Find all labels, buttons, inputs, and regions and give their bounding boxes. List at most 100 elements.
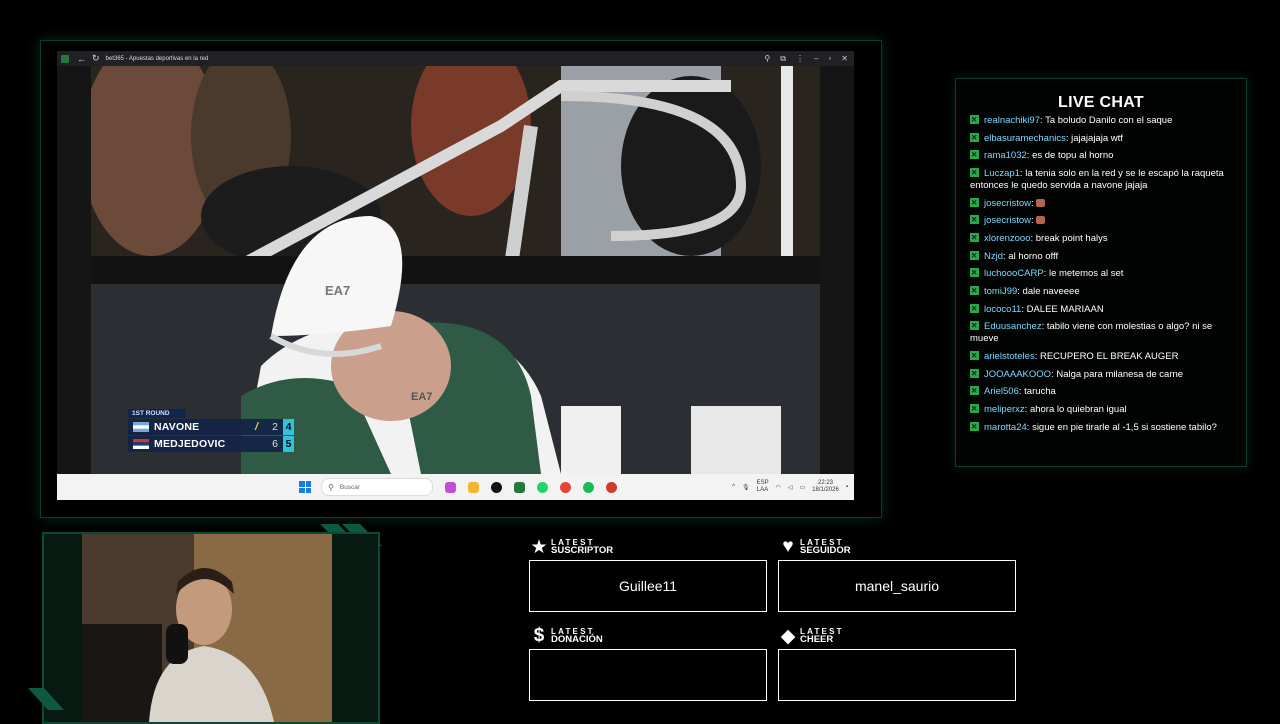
chat-text: le metemos al set — [1048, 268, 1124, 280]
chat-username[interactable]: elbasuramechanics — [984, 133, 1066, 144]
chat-text: Ta boludo Danilo con el saque — [1045, 115, 1173, 126]
chat-badge-icon — [970, 320, 979, 332]
chat-username[interactable]: josecristow — [984, 215, 1031, 226]
chat-username[interactable]: arielstoteles — [984, 351, 1035, 362]
browser-window: ← ↻ bet365 - Apuestas deportivas en la r… — [57, 51, 854, 500]
chat-badge-icon — [970, 214, 979, 226]
spotify-icon[interactable] — [583, 481, 594, 493]
windows-start-icon[interactable] — [299, 481, 311, 493]
chat-title: LIVE CHAT — [1058, 94, 1144, 111]
shirt-logo: EA7 — [411, 391, 433, 403]
chat-message: Eduusanchez: tabilo viene con molestias … — [970, 320, 1230, 345]
chat-text: tarucha — [1024, 386, 1056, 398]
chat-message: realnachiki97: Ta boludo Danilo con el s… — [970, 114, 1230, 127]
chat-badge-icon — [970, 149, 979, 161]
chat-text: sigue en pie tirarle al -1,5 si sostiene… — [1032, 421, 1217, 433]
browser-titlebar: ← ↻ bet365 - Apuestas deportivas en la r… — [57, 51, 854, 66]
chat-emote-icon — [1036, 198, 1046, 207]
scoreboard-row-player1: NAVONE / 2 4 — [128, 419, 294, 435]
chrome-icon[interactable] — [560, 481, 571, 493]
player-name: MEDJEDOVIC — [154, 438, 226, 450]
chevron-up-icon[interactable]: ^ — [732, 484, 735, 490]
chat-username[interactable]: JOOAAAKOOO — [984, 369, 1051, 380]
windows-taskbar: ⚲ Buscar ^ 🎙 ESP LAA ◠ ◁ ▭ 22:23 18/1/20… — [57, 474, 854, 500]
chat-text: es de topu al horno — [1032, 150, 1114, 162]
whatsapp-icon[interactable] — [537, 481, 548, 493]
maximize-icon[interactable]: ▫ — [828, 54, 831, 63]
live-chat-panel: LIVE CHAT realnachiki97: Ta boludo Danil… — [955, 78, 1247, 467]
chat-username[interactable]: tomiJ99 — [984, 286, 1017, 297]
argentina-flag-icon — [133, 422, 149, 432]
chat-message: Ariel506: tarucha — [970, 385, 1230, 398]
system-tray: ^ 🎙 ESP LAA ◠ ◁ ▭ 22:23 18/1/2026 ▪ — [732, 474, 848, 500]
chat-message: xlorenzooo: break point halys — [970, 232, 1230, 245]
chat-text: Nalga para milanesa de carne — [1056, 368, 1184, 380]
chat-badge-icon — [970, 303, 979, 314]
latest-donation-widget: $ LATEST DONACIÓN — [529, 625, 767, 701]
taskbar-search[interactable]: ⚲ Buscar — [321, 478, 433, 496]
chat-username[interactable]: marotta24 — [984, 422, 1027, 433]
chat-username[interactable]: luchoooCARP — [984, 268, 1044, 279]
copilot-icon[interactable] — [445, 481, 456, 493]
chat-message: marotta24: sigue en pie tirarle al -1,5 … — [970, 421, 1230, 434]
bet365-taskbar-icon[interactable] — [514, 481, 525, 493]
chat-emote-icon — [1036, 216, 1046, 225]
tennis-video-player[interactable]: EA7 EA7 1ST ROUND NAVONE / 2 4 MEDJEDOVI… — [57, 66, 854, 474]
menu-dots-icon[interactable]: ⋮ — [796, 54, 804, 63]
chat-message: elbasuramechanics: jajajajaja wtf — [970, 132, 1230, 145]
chat-badge-icon — [970, 197, 979, 208]
tiktok-icon[interactable] — [491, 481, 502, 493]
chat-text: jajajajaja wtf — [1071, 132, 1123, 144]
clock[interactable]: 22:23 18/1/2026 — [812, 480, 839, 494]
battery-icon[interactable]: ▭ — [799, 484, 805, 491]
close-icon[interactable]: ✕ — [841, 54, 848, 63]
player-sets: 2 — [272, 421, 278, 433]
chat-message-list: realnachiki97: Ta boludo Danilo con el s… — [970, 114, 1230, 439]
serving-indicator-icon: / — [255, 421, 259, 433]
chat-username[interactable]: lococo11 — [984, 304, 1021, 315]
chat-badge-icon — [970, 368, 979, 379]
chat-badge-icon — [970, 421, 979, 432]
back-arrow-icon[interactable]: ← — [77, 54, 86, 64]
chat-username[interactable]: meliperxz — [984, 404, 1025, 415]
chat-username[interactable]: realnachiki97 — [984, 115, 1040, 126]
scoreboard-row-player2: MEDJEDOVIC 6 5 — [128, 436, 294, 452]
language-indicator[interactable]: ESP LAA — [757, 480, 769, 494]
chat-message: josecristow: — [970, 197, 1230, 210]
chat-badge-icon — [970, 267, 979, 279]
minimize-icon[interactable]: – — [814, 54, 818, 63]
chat-text: ahora lo quiebran igual — [1029, 403, 1127, 415]
app-icon[interactable] — [606, 481, 617, 493]
microphone-icon[interactable]: 🎙 — [742, 484, 750, 491]
chat-username[interactable]: Nzjd — [984, 251, 1003, 262]
screen-capture-frame: ← ↻ bet365 - Apuestas deportivas en la r… — [40, 40, 882, 518]
heart-icon: ♥ — [782, 536, 794, 557]
extensions-icon[interactable]: ⧉ — [780, 54, 786, 64]
chat-message: rama1032: es de topu al horno — [970, 149, 1230, 162]
tennis-scoreboard: 1ST ROUND NAVONE / 2 4 MEDJEDOVIC 6 5 — [128, 409, 294, 452]
latest-cheer-widget: ◆ LATEST CHEER — [778, 626, 1016, 701]
chat-username[interactable]: Eduusanchez — [984, 321, 1042, 332]
chat-message: Nzjd: al horno offf — [970, 250, 1230, 263]
chat-username[interactable]: Luczap1 — [984, 168, 1020, 179]
chat-badge-icon — [970, 114, 979, 126]
reload-icon[interactable]: ↻ — [92, 53, 100, 64]
volume-icon[interactable]: ◁ — [788, 484, 793, 491]
latest-cheer-value — [778, 649, 1016, 701]
star-icon: ★ — [530, 536, 548, 558]
chat-username[interactable]: xlorenzooo — [984, 233, 1030, 244]
chat-username[interactable]: rama1032 — [984, 150, 1027, 161]
diamond-icon: ◆ — [780, 625, 796, 647]
latest-subscriber-value: Guillee11 — [529, 560, 767, 612]
wifi-icon[interactable]: ◠ — [776, 484, 781, 491]
zoom-icon[interactable]: ⚲ — [764, 54, 770, 63]
chat-username[interactable]: josecristow — [984, 198, 1031, 209]
chat-message: tomiJ99: dale naveeee — [970, 285, 1230, 298]
search-placeholder: Buscar — [339, 483, 361, 491]
chat-message: luchoooCARP: le metemos al set — [970, 267, 1230, 280]
webcam-frame — [42, 532, 380, 724]
chat-username[interactable]: Ariel506 — [984, 386, 1019, 397]
file-explorer-icon[interactable] — [468, 481, 479, 493]
notifications-icon[interactable]: ▪ — [846, 484, 848, 490]
player-name: NAVONE — [154, 421, 200, 433]
